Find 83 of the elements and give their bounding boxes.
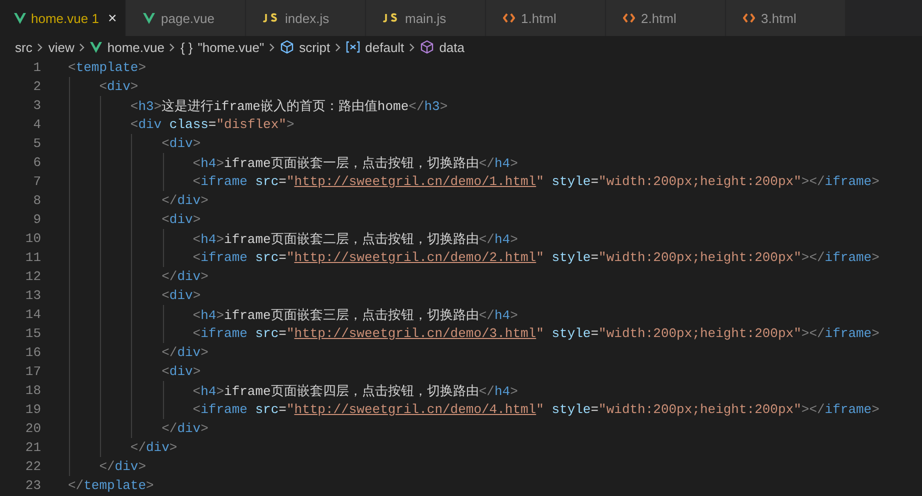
editor-tab[interactable]: main.js	[366, 0, 486, 36]
js-icon	[383, 13, 399, 23]
line-number: 9	[32, 212, 41, 227]
code-line: </div>	[162, 269, 208, 284]
code-line: </div>	[162, 193, 208, 208]
code-line: </div>	[162, 345, 208, 360]
code-link[interactable]: http://sweetgril.cn/demo/1.html	[294, 174, 536, 189]
cube-icon	[420, 40, 434, 54]
editor-tab[interactable]: home.vue 1 ×	[0, 0, 126, 36]
code-line: <template>	[68, 60, 146, 75]
code-line: </div>	[130, 440, 178, 455]
code-brackets-icon	[503, 13, 515, 23]
line-number: 10	[24, 231, 41, 246]
breadcrumb-item[interactable]: "home.vue"	[198, 40, 264, 54]
line-number: 19	[24, 402, 41, 417]
editor-tab[interactable]: 1.html	[486, 0, 606, 36]
breadcrumb-item[interactable]: default	[365, 40, 404, 54]
line-number: 14	[24, 307, 41, 322]
line-number: 23	[24, 478, 41, 493]
code-link[interactable]: http://sweetgril.cn/demo/3.html	[294, 326, 536, 341]
line-number: 15	[24, 326, 41, 341]
breadcrumb-item[interactable]: src	[15, 40, 32, 54]
code-line: <div class="disflex">	[130, 117, 294, 132]
code-line: <h4>iframe页面嵌套四层，点击按钮，切换路由</h4>	[192, 382, 518, 400]
code-line: <div>	[162, 364, 201, 379]
cube-icon	[280, 40, 294, 54]
code-link[interactable]: http://sweetgril.cn/demo/4.html	[294, 402, 536, 417]
code-line: <h4>iframe页面嵌套一层，点击按钮，切换路由</h4>	[192, 154, 518, 172]
code-line: <h4>iframe页面嵌套二层，点击按钮，切换路由</h4>	[192, 230, 518, 248]
code-line: <iframe src="http://sweetgril.cn/demo/2.html" style="width:200px;height:200px"></iframe>	[192, 250, 880, 265]
line-number: 20	[24, 421, 41, 436]
line-number: 1	[32, 60, 41, 75]
line-number: 17	[24, 364, 41, 379]
breadcrumb-item[interactable]: script	[299, 40, 330, 54]
vue-icon	[14, 12, 26, 24]
code-line: <iframe src="http://sweetgril.cn/demo/4.html" style="width:200px;height:200px"></iframe>	[192, 402, 880, 417]
code-link[interactable]: http://sweetgril.cn/demo/2.html	[294, 250, 536, 265]
code-brackets-icon	[743, 13, 755, 23]
vue-icon	[90, 42, 102, 52]
code-line: <iframe src="http://sweetgril.cn/demo/3.html" style="width:200px;height:200px"></iframe>	[192, 326, 880, 341]
editor-tab[interactable]: 2.html	[606, 0, 726, 36]
line-number: 16	[24, 345, 41, 360]
line-number: 3	[32, 98, 41, 113]
chevron-icon	[335, 42, 342, 52]
editor-tab[interactable]: 3.html	[726, 0, 846, 36]
editor-tab[interactable]: page.vue	[126, 0, 246, 36]
vue-icon	[143, 12, 155, 24]
code-line: <div>	[99, 79, 138, 94]
breadcrumb-item[interactable]: home.vue	[107, 40, 164, 54]
code-line: </div>	[162, 421, 208, 436]
breadcrumb-item[interactable]: data	[439, 40, 464, 54]
line-number: 22	[24, 459, 41, 474]
code-line: </div>	[99, 459, 146, 474]
editor-tab[interactable]: index.js	[246, 0, 366, 36]
line-number: 6	[32, 155, 41, 170]
braces-icon: { }	[180, 40, 193, 54]
line-number: 5	[32, 136, 41, 151]
line-number: 7	[32, 174, 41, 189]
chevron-icon	[409, 42, 416, 52]
line-number: 8	[32, 193, 41, 208]
variable-icon	[346, 41, 360, 53]
code-line: <h3>这是进行iframe嵌入的首页：路由值home</h3>	[130, 98, 448, 114]
js-icon	[263, 13, 279, 23]
chevron-icon	[79, 42, 86, 52]
code-brackets-icon	[623, 13, 635, 23]
code-line: <h4>iframe页面嵌套三层，点击按钮，切换路由</h4>	[192, 306, 518, 324]
code-line: <div>	[162, 212, 201, 227]
code-line: </template>	[68, 478, 154, 493]
line-number: 21	[24, 440, 41, 455]
line-number: 18	[24, 383, 41, 398]
chevron-icon	[37, 42, 44, 52]
line-number: 4	[32, 117, 41, 132]
line-number: 11	[24, 250, 41, 265]
chevron-icon	[169, 42, 176, 52]
line-number: 2	[32, 79, 41, 94]
close-icon[interactable]: ×	[108, 10, 117, 26]
breadcrumb-item[interactable]: view	[48, 40, 74, 54]
line-number: 13	[24, 288, 41, 303]
chevron-icon	[269, 42, 276, 52]
code-line: <div>	[162, 288, 201, 303]
code-line: <iframe src="http://sweetgril.cn/demo/1.html" style="width:200px;height:200px"></iframe>	[192, 174, 880, 189]
line-number: 12	[24, 269, 41, 284]
code-line: <div>	[162, 136, 201, 151]
